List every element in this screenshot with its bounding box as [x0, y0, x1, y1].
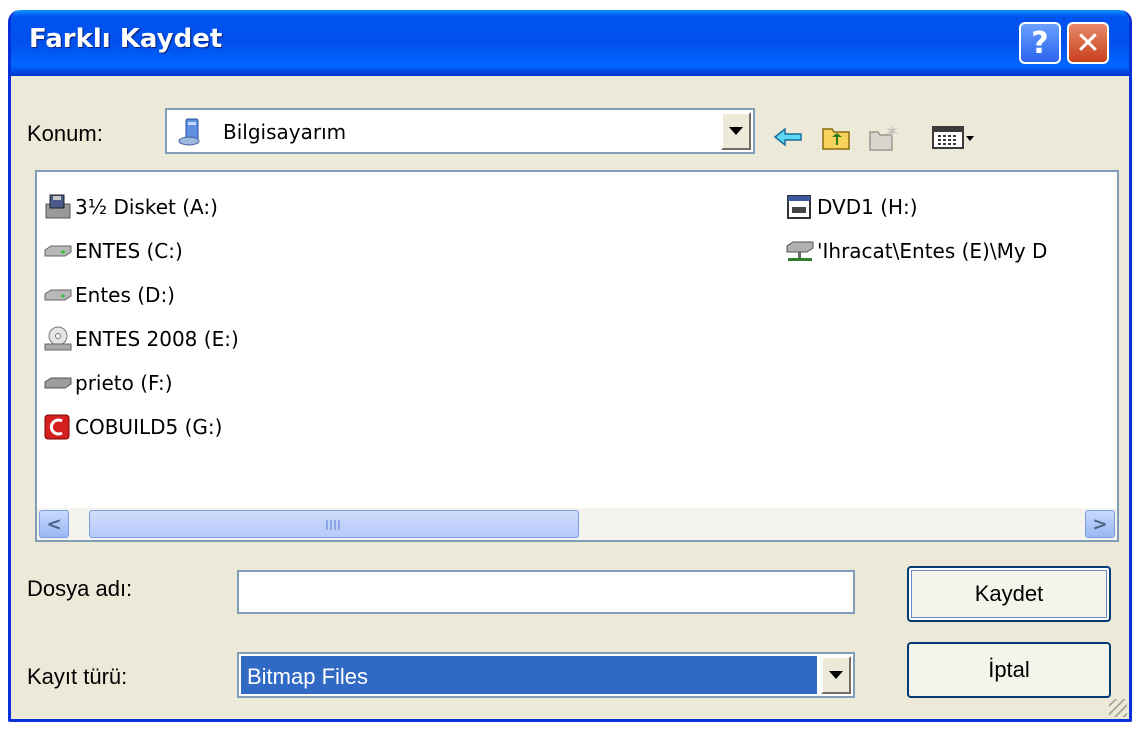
floppy-drive-icon [43, 194, 73, 220]
new-folder-icon [869, 124, 898, 151]
horizontal-scrollbar[interactable]: < > [37, 508, 1117, 540]
list-item[interactable]: DVD1 (H:) [785, 192, 918, 222]
filetype-value: Bitmap Files [247, 664, 369, 689]
location-dropdown-arrow[interactable] [721, 112, 751, 150]
filename-label: Dosya adı: [27, 576, 133, 601]
location-label: Konum: [27, 121, 103, 146]
save-button[interactable]: Kaydet [907, 566, 1111, 622]
back-button[interactable] [771, 120, 805, 154]
location-value: Bilgisayarım [223, 120, 347, 144]
dvd-drive-icon [785, 194, 815, 220]
help-button[interactable]: ? [1019, 22, 1061, 64]
list-item[interactable]: Entes (D:) [43, 280, 175, 310]
back-arrow-icon [773, 127, 802, 147]
list-item[interactable]: ENTES (C:) [43, 236, 183, 266]
cd-drive-icon [43, 326, 73, 352]
scroll-left-button[interactable]: < [39, 510, 69, 538]
list-item[interactable]: COBUILD5 (G:) [43, 412, 222, 442]
title-bar[interactable]: Farklı Kaydet ? ✕ [11, 10, 1129, 76]
cobuild-icon [43, 414, 73, 440]
network-drive-icon [785, 238, 815, 264]
dialog-title: Farklı Kaydet [29, 24, 223, 54]
resize-grip-icon[interactable] [1109, 699, 1127, 717]
list-item[interactable]: 'Ihracat\Entes (E)\My D [785, 236, 1047, 266]
list-item[interactable]: ENTES 2008 (E:) [43, 324, 239, 354]
views-menu-button[interactable] [931, 120, 977, 154]
hard-drive-icon [43, 238, 73, 264]
up-folder-icon [822, 128, 850, 150]
location-dropdown[interactable]: Bilgisayarım [165, 108, 755, 154]
list-item[interactable]: 3½ Disket (A:) [43, 192, 218, 222]
cancel-button[interactable]: İptal [907, 642, 1111, 698]
scroll-right-button[interactable]: > [1085, 510, 1115, 538]
new-folder-button [867, 120, 901, 154]
save-as-dialog: Farklı Kaydet ? ✕ Konum: Bilgisayarım 3½… [8, 10, 1132, 722]
removable-drive-icon [43, 370, 73, 396]
filename-field[interactable] [237, 570, 855, 614]
up-folder-button[interactable] [819, 120, 853, 154]
filetype-dropdown-arrow[interactable] [821, 656, 851, 694]
list-item[interactable]: prieto (F:) [43, 368, 173, 398]
chevron-down-icon [829, 671, 843, 679]
close-button[interactable]: ✕ [1067, 22, 1109, 64]
grip-icon [326, 520, 342, 530]
filetype-label: Kayıt türü: [27, 664, 128, 689]
hard-drive-icon [43, 282, 73, 308]
chevron-down-icon [729, 127, 743, 135]
filetype-dropdown[interactable]: Bitmap Files [237, 652, 855, 698]
scrollbar-thumb[interactable] [89, 510, 579, 538]
filetype-selection: Bitmap Files [241, 656, 817, 694]
computer-icon [177, 117, 205, 147]
file-list[interactable]: 3½ Disket (A:) ENTES (C:) Entes (D:) ENT… [35, 170, 1119, 542]
views-menu-icon [932, 126, 974, 149]
